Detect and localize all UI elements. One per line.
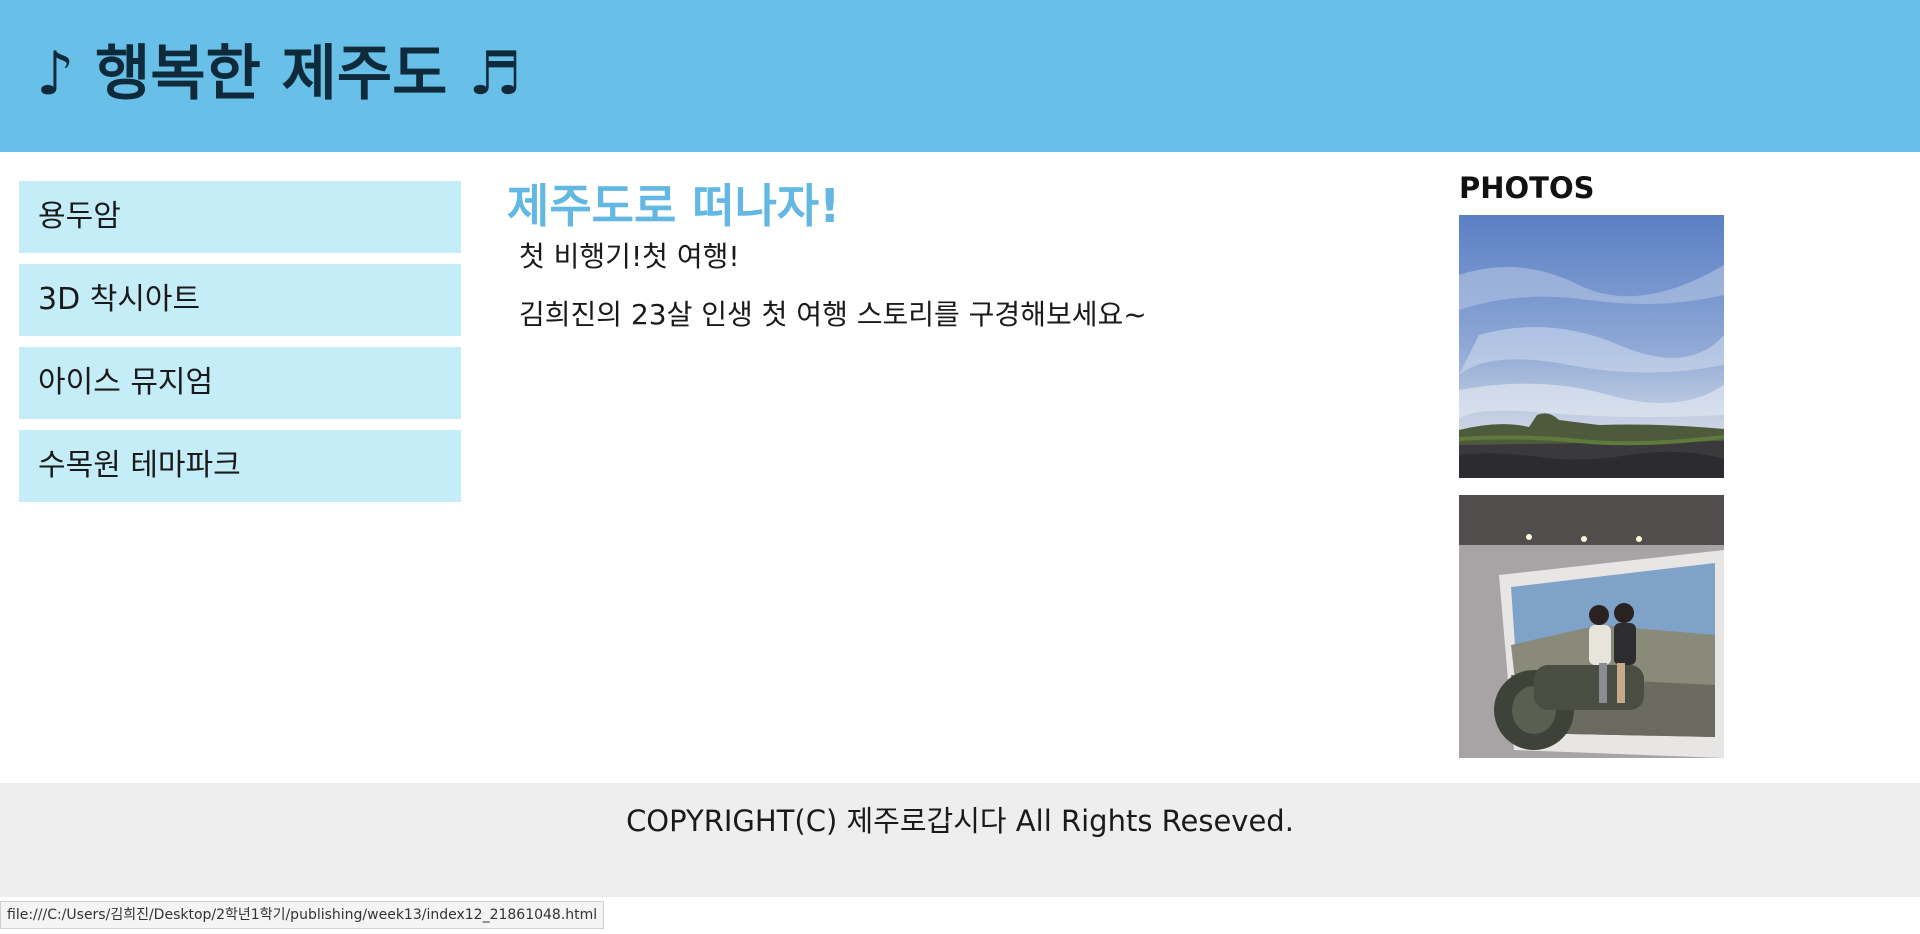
main-content: 제주도로 떠나자! 첫 비행기!첫 여행! 김희진의 23살 인생 첫 여행 스… <box>507 176 1407 333</box>
nav-item-3d-trick-art[interactable]: 3D 착시아트 <box>19 264 461 336</box>
photos-title: PHOTOS <box>1459 171 1595 205</box>
footer: COPYRIGHT(C) 제주로갑시다 All Rights Reseved. <box>0 783 1920 897</box>
main-title: 제주도로 떠나자! <box>507 179 841 233</box>
photo-sky-field <box>1459 215 1724 478</box>
side-nav: 용두암 3D 착시아트 아이스 뮤지엄 수목원 테마파크 <box>19 181 461 513</box>
copyright-text: COPYRIGHT(C) 제주로갑시다 All Rights Reseved. <box>626 804 1294 838</box>
header: ♪ 행복한 제주도 ♬ <box>0 0 1920 152</box>
photo-trick-art-motorcycle <box>1459 495 1724 758</box>
nav-item-arboretum-theme-park[interactable]: 수목원 테마파크 <box>19 430 461 502</box>
site-title: ♪ 행복한 제주도 ♬ <box>36 39 522 109</box>
nav-item-ice-museum[interactable]: 아이스 뮤지엄 <box>19 347 461 419</box>
intro-paragraph: 첫 비행기!첫 여행! <box>519 240 740 273</box>
story-paragraph: 김희진의 23살 인생 첫 여행 스토리를 구경해보세요~ <box>519 298 1147 331</box>
status-bar-url: file:///C:/Users/김희진/Desktop/2학년1학기/publ… <box>0 901 605 929</box>
nav-item-yongduam[interactable]: 용두암 <box>19 181 461 253</box>
photos-sidebar: PHOTOS <box>1459 168 1725 758</box>
page: ♪ 행복한 제주도 ♬ 용두암 3D 착시아트 아이스 뮤지엄 수목원 테마파크… <box>0 0 1920 934</box>
